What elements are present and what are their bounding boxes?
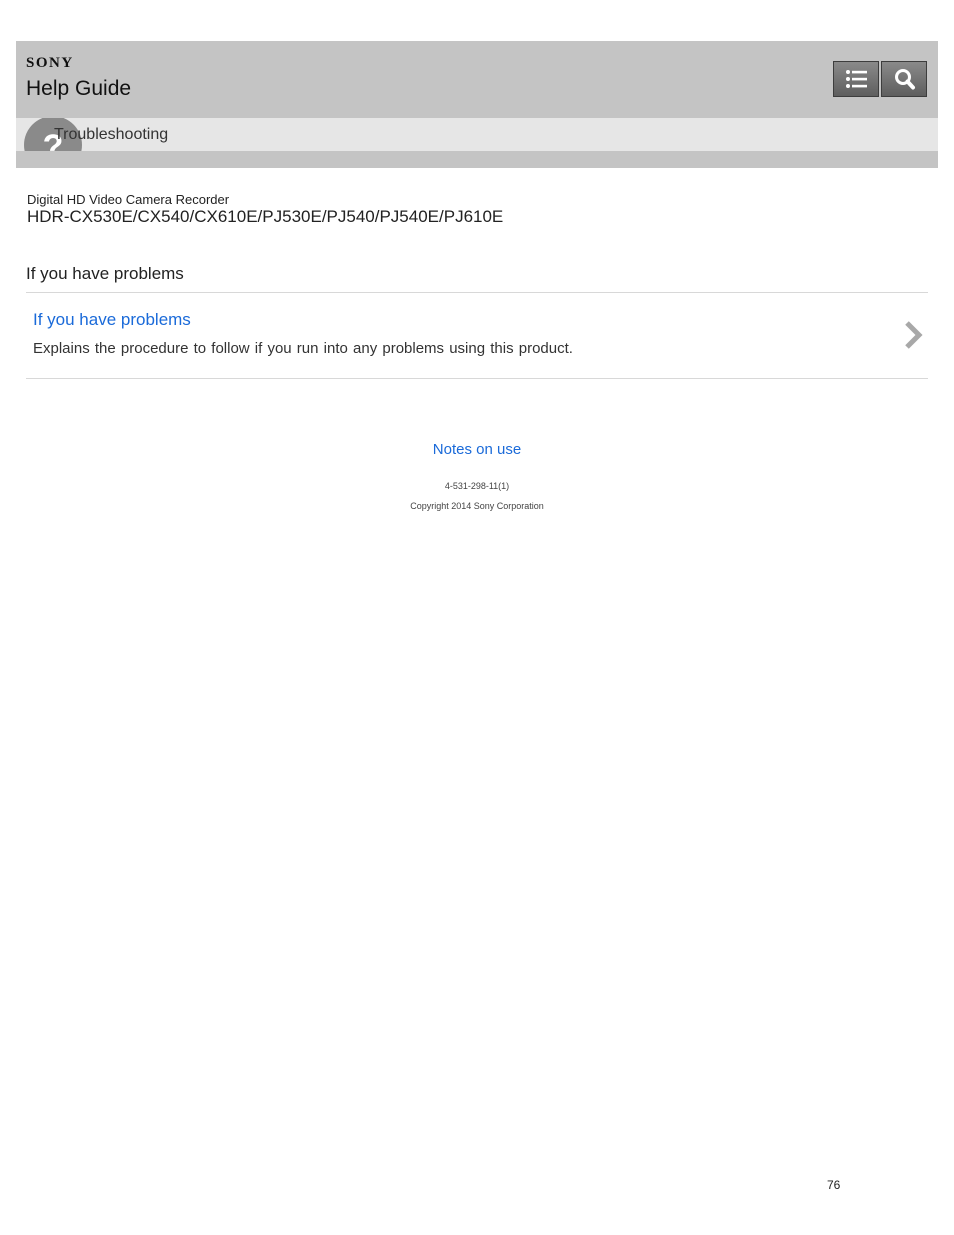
category-bar: ? Troubleshooting <box>16 118 938 151</box>
document-number: 4-531-298-11(1) <box>444 481 510 491</box>
sony-logo: SONY <box>26 55 74 71</box>
search-icon <box>895 69 915 90</box>
help-guide-title[interactable]: Help Guide <box>26 77 131 101</box>
model-names: HDR-CX530E/CX540/CX610E/PJ530E/PJ540/PJ5… <box>27 207 504 226</box>
header-bar: SONY Help Guide <box>16 41 938 118</box>
chevron-right-icon[interactable] <box>902 319 924 351</box>
list-icon <box>846 70 867 88</box>
category-label[interactable]: Troubleshooting <box>54 126 168 144</box>
divider <box>26 378 928 379</box>
page-title: If you have problems <box>26 264 184 283</box>
topic-list-item[interactable]: If you have problems Explains the proced… <box>26 293 928 378</box>
search-button[interactable] <box>881 61 927 97</box>
breadcrumb-bar <box>16 151 938 168</box>
product-type: Digital HD Video Camera Recorder <box>27 192 230 207</box>
topic-description: Explains the procedure to follow if you … <box>33 340 573 357</box>
page-number: 76 <box>827 1178 841 1192</box>
copyright-text: Copyright 2014 Sony Corporation <box>410 501 544 511</box>
topic-link[interactable]: If you have problems <box>33 310 191 330</box>
notes-on-use-link[interactable]: Notes on use <box>0 441 954 458</box>
toc-button[interactable] <box>833 61 879 97</box>
